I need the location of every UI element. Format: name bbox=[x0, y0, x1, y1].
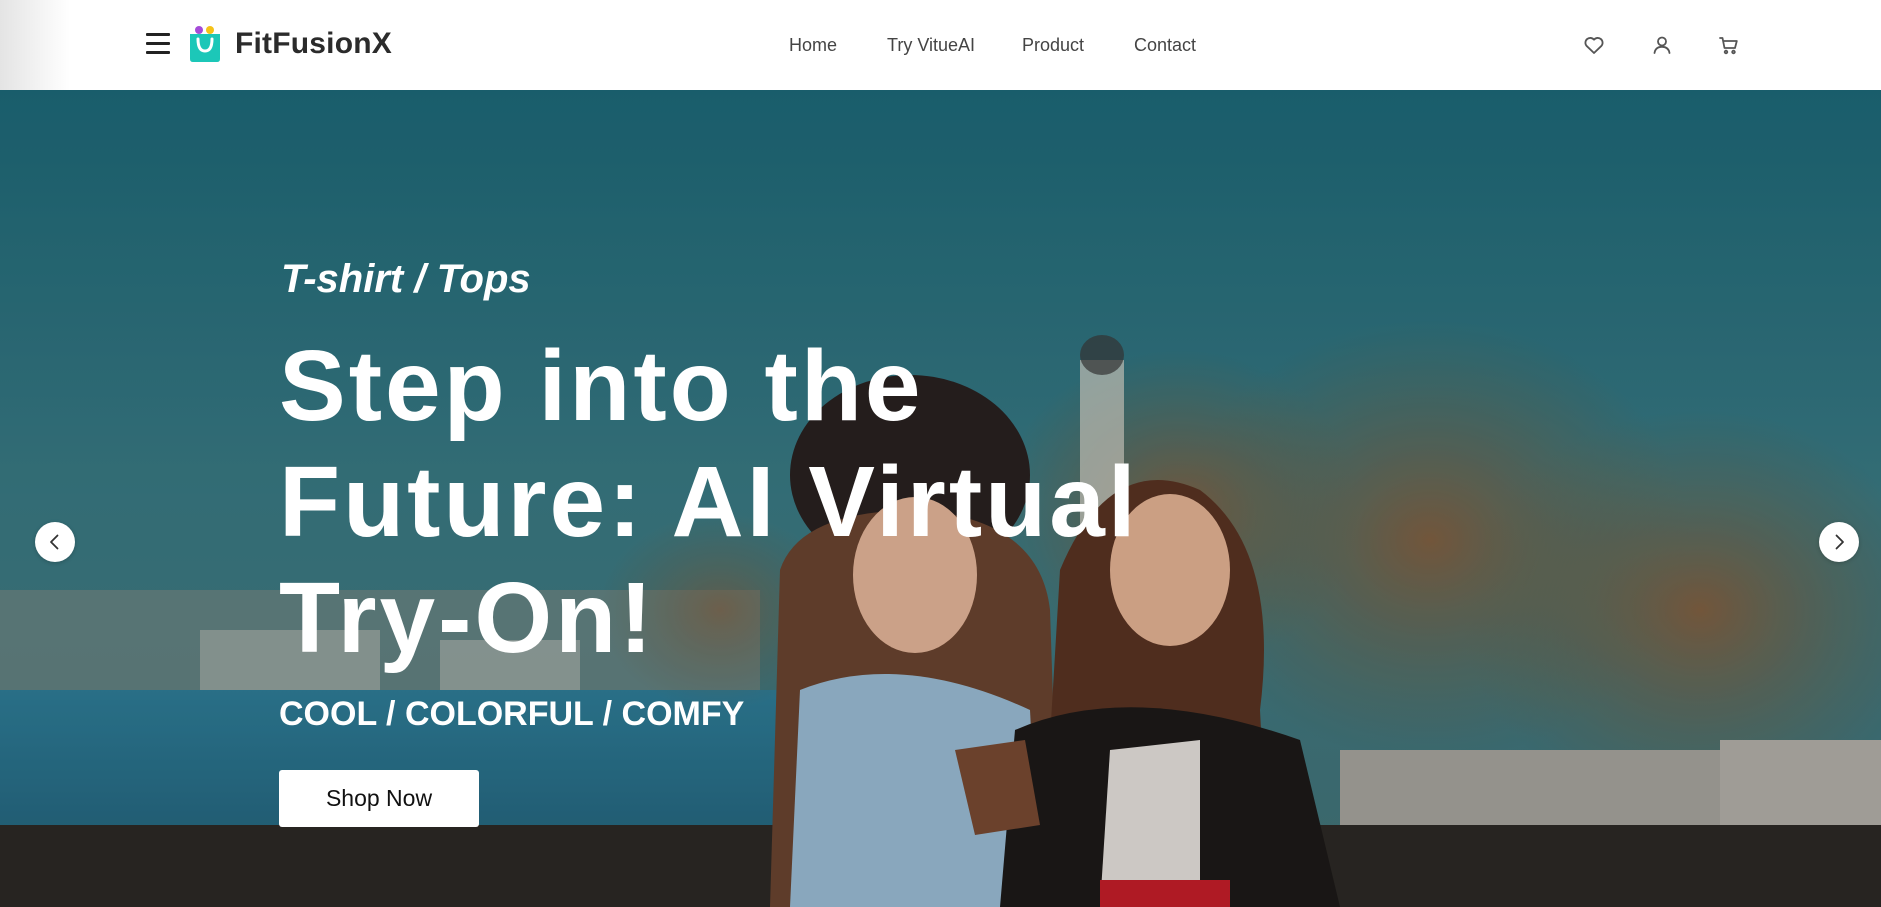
nav-item-try-vitueai[interactable]: Try VitueAI bbox=[887, 34, 975, 56]
carousel-next-button[interactable] bbox=[1819, 522, 1859, 562]
cart-icon[interactable] bbox=[1717, 33, 1741, 57]
shop-now-button[interactable]: Shop Now bbox=[279, 770, 479, 827]
nav-item-product[interactable]: Product bbox=[1022, 34, 1084, 56]
hero-title: Step into the Future: AI Virtual Try-On! bbox=[279, 330, 1139, 674]
chevron-right-icon bbox=[1835, 534, 1844, 550]
nav-item-contact[interactable]: Contact bbox=[1134, 34, 1196, 56]
hero-banner: T-shirt / Tops Step into the Future: AI … bbox=[0, 90, 1881, 907]
heart-icon[interactable] bbox=[1582, 33, 1606, 57]
chevron-left-icon bbox=[50, 534, 59, 550]
nav-item-home[interactable]: Home bbox=[789, 34, 837, 56]
hero-tagline: COOL / COLORFUL / COMFY bbox=[279, 695, 745, 733]
user-icon[interactable] bbox=[1650, 33, 1674, 57]
hero-subtitle: T-shirt / Tops bbox=[281, 257, 531, 301]
site-header: FitFusionX Home Try VitueAI Product Cont… bbox=[0, 0, 1881, 90]
carousel-prev-button[interactable] bbox=[35, 522, 75, 562]
